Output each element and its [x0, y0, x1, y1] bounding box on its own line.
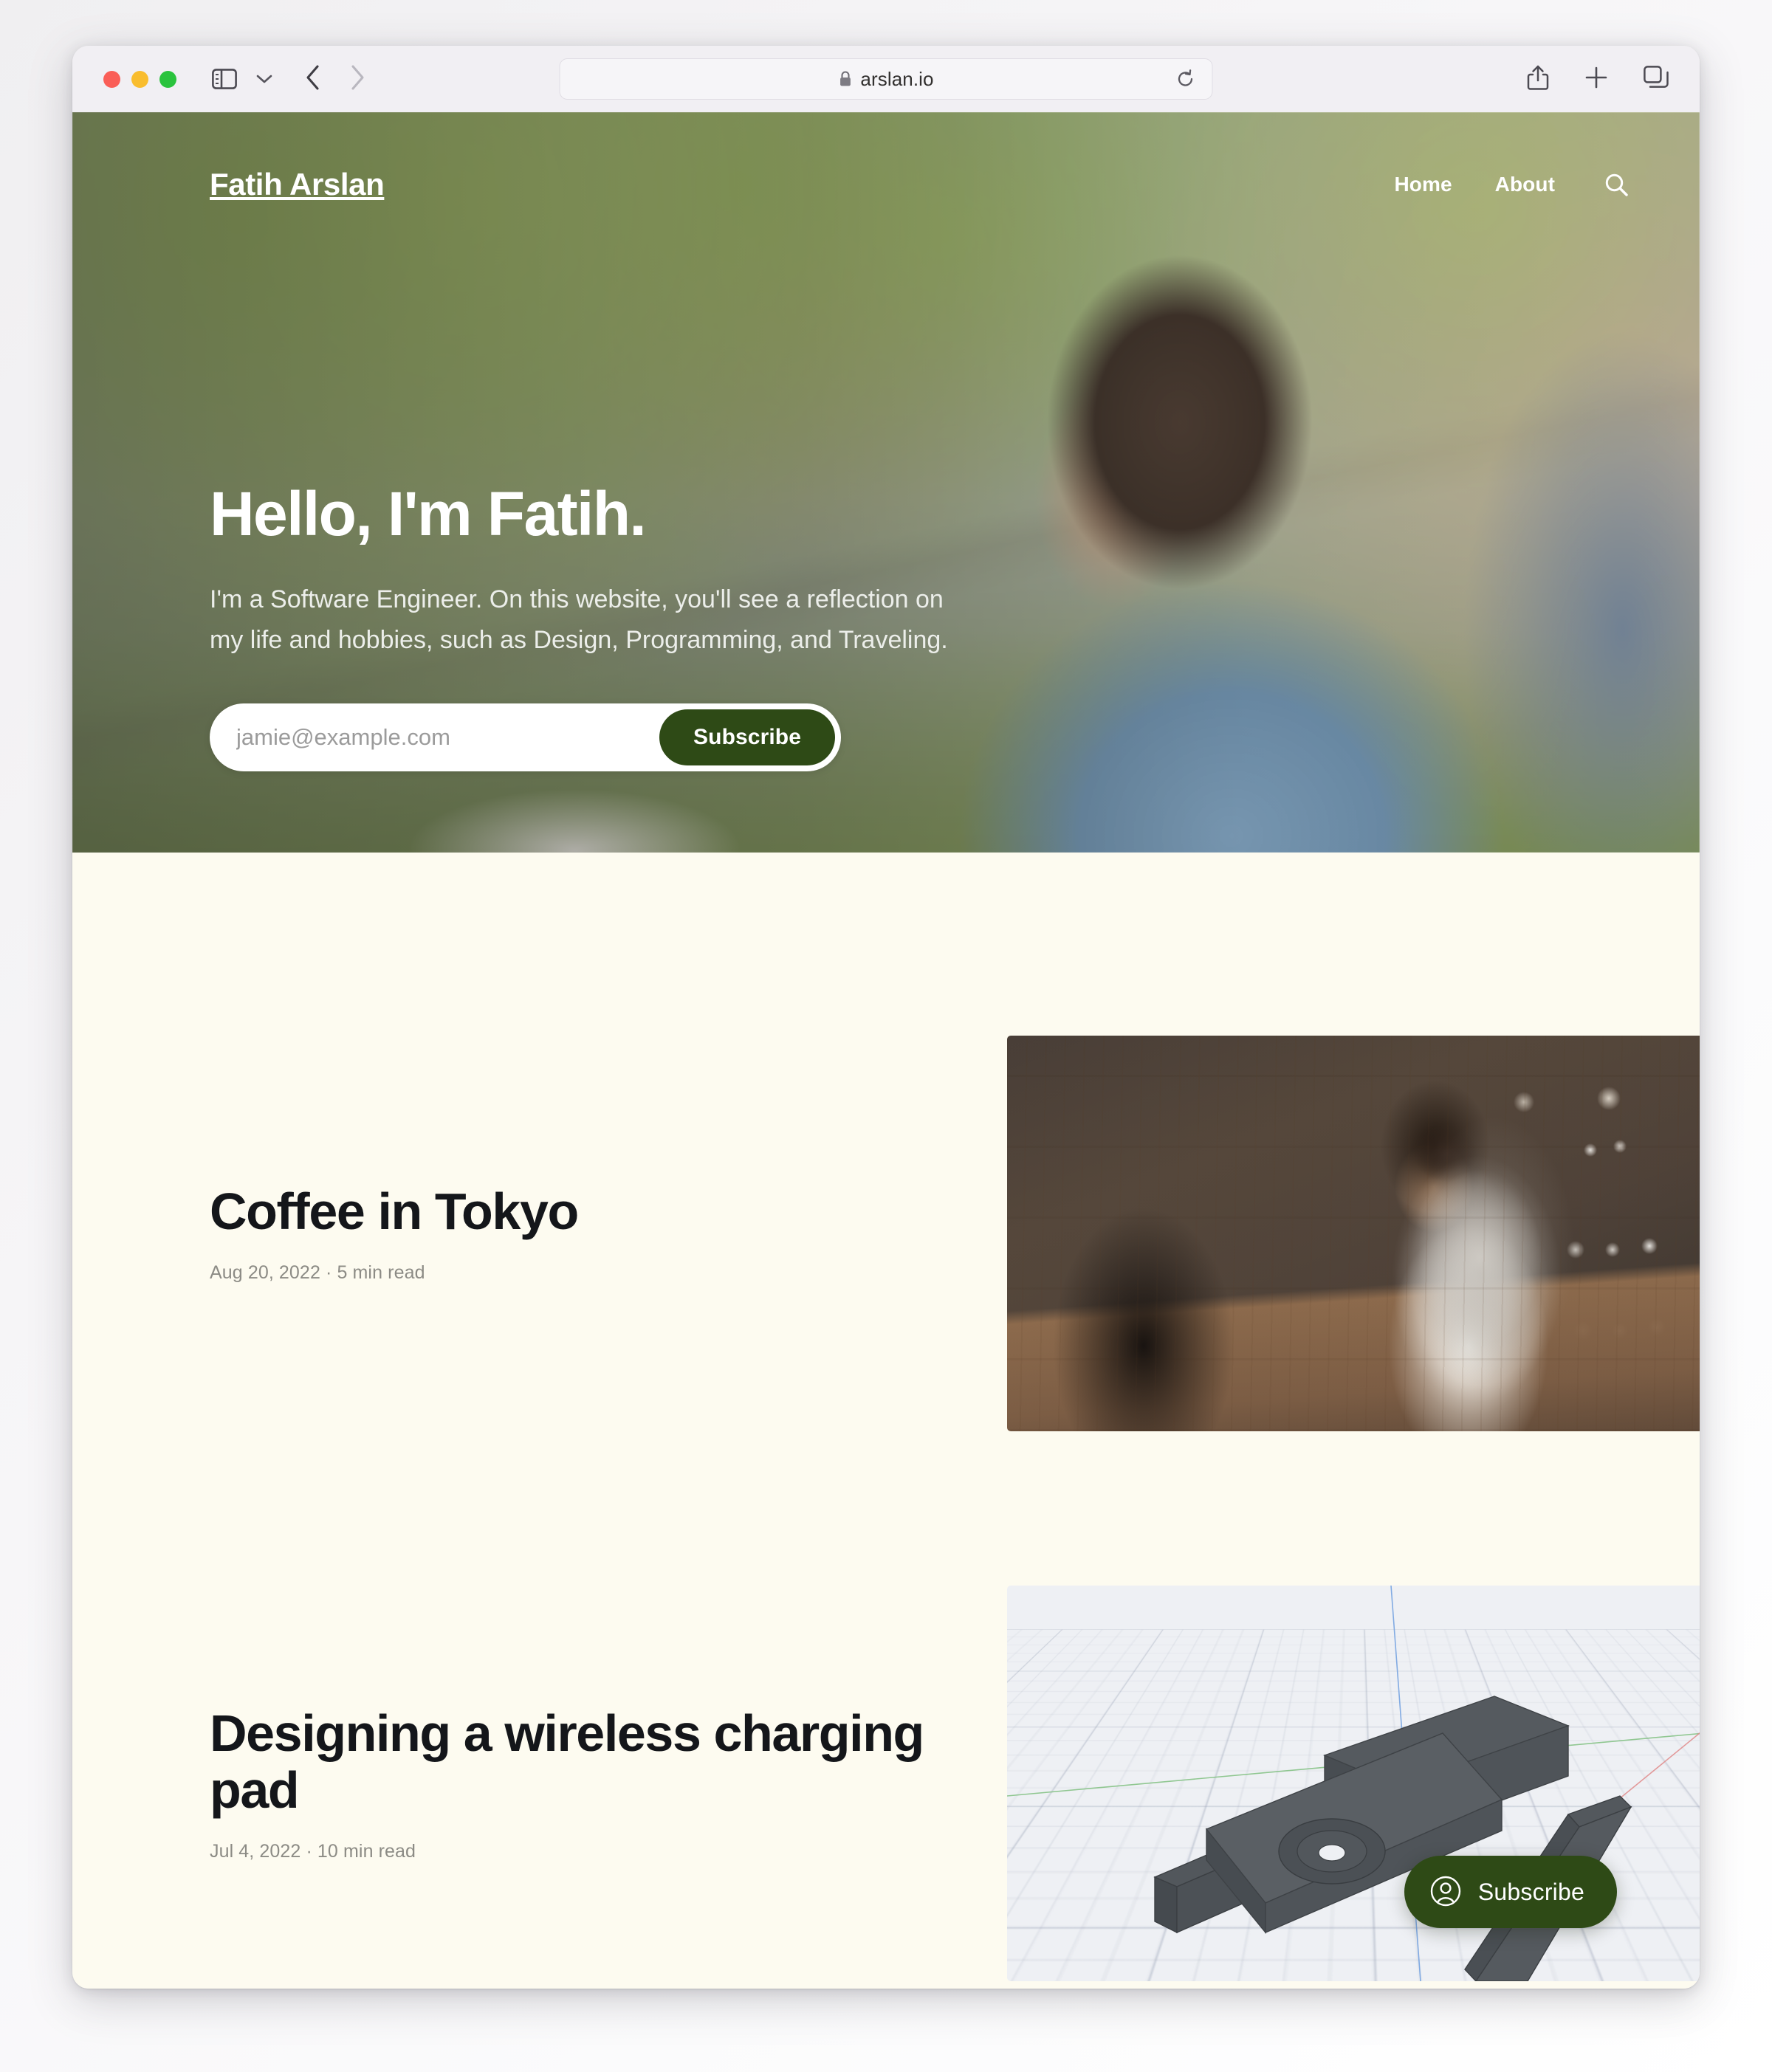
nav-link-home[interactable]: Home [1394, 173, 1452, 196]
desktop-backdrop: arslan.io Fatih Arslan Home About Hello,… [0, 0, 1772, 2072]
hero-section: Fatih Arslan Home About Hello, I'm Fatih… [72, 112, 1700, 853]
posts-list: Coffee in Tokyo Aug 20, 2022 · 5 min rea… [72, 1012, 1700, 1989]
address-bar[interactable]: arslan.io [559, 58, 1213, 100]
post-meta: Jul 4, 2022 · 10 min read [210, 1840, 416, 1862]
post-thumbnail[interactable] [1007, 1036, 1700, 1431]
zoom-window-button[interactable] [159, 70, 176, 88]
post-title[interactable]: Designing a wireless charging pad [210, 1704, 1007, 1819]
window-controls [103, 70, 176, 88]
hero-title: Hello, I'm Fatih. [210, 479, 647, 548]
site-logo[interactable]: Fatih Arslan [210, 167, 385, 202]
site-nav: Home About [1394, 172, 1629, 197]
post-title[interactable]: Coffee in Tokyo [210, 1183, 1007, 1240]
browser-toolbar: arslan.io [72, 46, 1700, 112]
email-input[interactable] [216, 724, 660, 751]
share-icon[interactable] [1527, 64, 1549, 94]
toolbar-right-group [1527, 64, 1669, 94]
search-icon[interactable] [1604, 172, 1629, 197]
user-circle-icon [1429, 1875, 1462, 1910]
subscribe-button[interactable]: Subscribe [659, 709, 835, 766]
forward-button[interactable] [349, 64, 365, 94]
tab-overview-icon[interactable] [1644, 65, 1669, 93]
page-viewport: Fatih Arslan Home About Hello, I'm Fatih… [72, 112, 1700, 1989]
browser-window: arslan.io Fatih Arslan Home About Hello,… [72, 46, 1700, 1989]
hero-subtitle: I'm a Software Engineer. On this website… [210, 585, 948, 655]
minimize-window-button[interactable] [131, 70, 148, 88]
nav-link-about[interactable]: About [1495, 173, 1555, 196]
floating-subscribe-label: Subscribe [1477, 1878, 1584, 1905]
toolbar-left-group [176, 69, 272, 89]
sidebar-icon[interactable] [212, 69, 237, 89]
hero-content: Hello, I'm Fatih. I'm a Software Enginee… [210, 479, 1037, 772]
chevron-down-icon[interactable] [256, 74, 272, 84]
url-text: arslan.io [860, 67, 934, 90]
reload-icon[interactable] [1175, 69, 1196, 89]
plus-icon[interactable] [1584, 66, 1608, 93]
navigation-arrows [305, 64, 365, 94]
back-button[interactable] [305, 64, 321, 94]
site-header: Fatih Arslan Home About [72, 112, 1700, 257]
post-meta: Aug 20, 2022 · 5 min read [210, 1262, 425, 1283]
subscribe-form: Subscribe [210, 703, 841, 772]
address-bar-content: arslan.io [838, 68, 933, 91]
lock-icon [838, 70, 852, 88]
post-text: Coffee in Tokyo Aug 20, 2022 · 5 min rea… [210, 1183, 1007, 1284]
floating-subscribe-button[interactable]: Subscribe [1404, 1856, 1617, 1928]
post-item[interactable]: Coffee in Tokyo Aug 20, 2022 · 5 min rea… [72, 1012, 1700, 1455]
close-window-button[interactable] [103, 70, 120, 88]
post-text: Designing a wireless charging pad Jul 4,… [210, 1704, 1007, 1862]
